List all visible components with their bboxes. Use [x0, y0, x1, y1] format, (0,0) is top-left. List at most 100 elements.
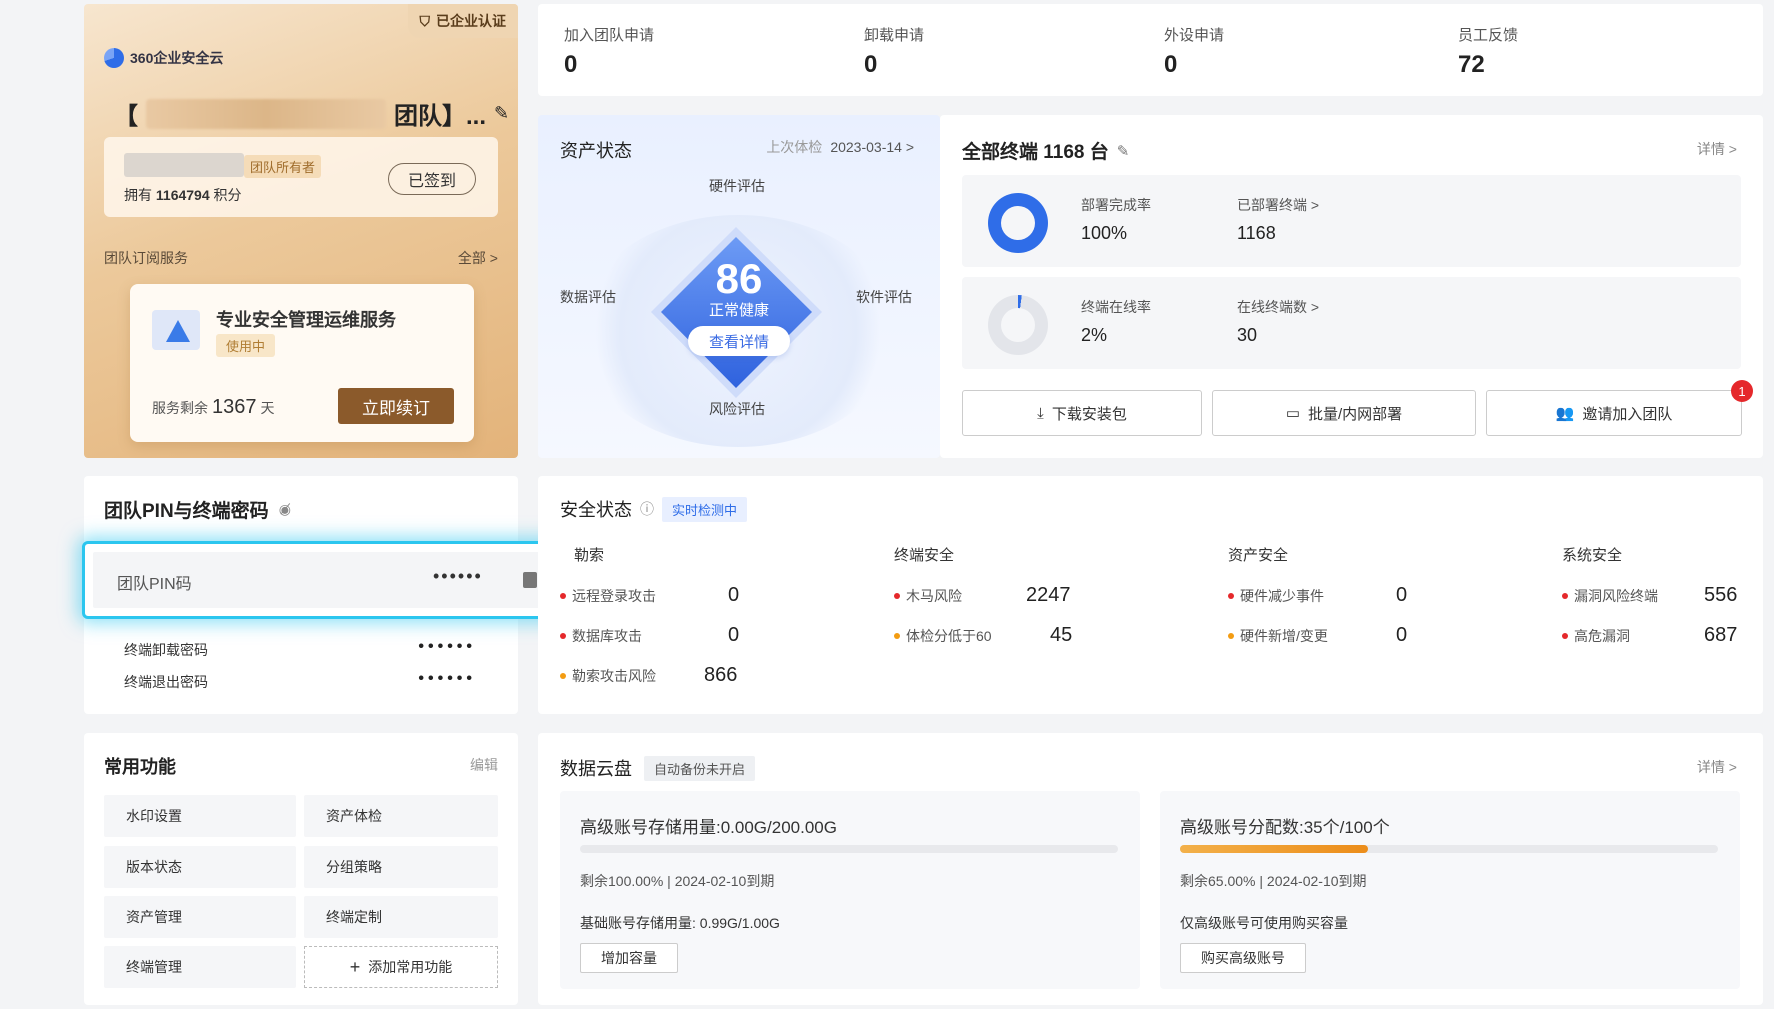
sec-value: 0 — [728, 624, 740, 646]
subscription-header: 团队订阅服务 全部 > — [104, 248, 498, 268]
sec-item[interactable]: 木马风险 — [894, 586, 962, 606]
last-check-link[interactable]: 上次体检 2023-03-14 > — [766, 137, 914, 157]
service-card: 专业安全管理运维服务 使用中 服务剩余 1367 天 立即续订 — [130, 284, 474, 442]
team-card: ⛉ 已企业认证 360企业安全云 【 团队】... ✎ 团队所有者 拥有 116… — [84, 4, 518, 458]
func-terminal-custom[interactable]: 终端定制 — [304, 896, 498, 938]
deploy-rate-ring — [988, 193, 1048, 253]
sec-item[interactable]: 高危漏洞 — [1562, 626, 1630, 646]
func-terminal-management[interactable]: 终端管理 — [104, 946, 296, 988]
team-name: 【 团队】... ✎ — [114, 96, 509, 131]
team-pin-highlight: 团队PIN码 •••••• — [82, 541, 568, 619]
realtime-tag: 实时检测中 — [662, 496, 748, 522]
plus-icon: + — [349, 956, 361, 977]
signed-in-button[interactable]: 已签到 — [388, 163, 476, 195]
buy-premium-button[interactable]: 购买高级账号 — [1180, 943, 1306, 973]
func-asset-check[interactable]: 资产体检 — [304, 795, 498, 837]
dashboard: ⛉ 已企业认证 360企业安全云 【 团队】... ✎ 团队所有者 拥有 116… — [0, 0, 1774, 1009]
edit-icon[interactable]: ✎ — [494, 103, 509, 124]
common-functions-card: 常用功能 编辑 水印设置 资产体检 版本状态 分组策略 资产管理 终端定制 终端… — [84, 733, 518, 1005]
stat-uninstall-requests[interactable]: 卸载申请 0 — [864, 24, 924, 79]
view-details-button[interactable]: 查看详情 — [688, 326, 790, 356]
asset-status-card: 资产状态 上次体检 2023-03-14 > 86 正常健康 查看详情 硬件评估 … — [538, 115, 940, 458]
sec-value: 556 — [1704, 584, 1738, 606]
service-remaining: 服务剩余 1367 天 — [152, 396, 275, 418]
security-title: 安全状态 ⓘ 实时检测中 — [560, 496, 748, 522]
owner-panel: 团队所有者 拥有 1164794 积分 已签到 — [104, 137, 498, 217]
copy-icon[interactable] — [523, 572, 537, 588]
enterprise-verified-badge: ⛉ 已企业认证 — [407, 4, 518, 38]
redacted-owner-name — [124, 153, 244, 177]
window-icon: ▭ — [1285, 405, 1300, 422]
owner-tag: 团队所有者 — [244, 155, 322, 178]
sec-item[interactable]: 硬件新增/变更 — [1228, 626, 1328, 646]
sec-value: 2247 — [1026, 584, 1071, 606]
redacted-team-name — [146, 98, 386, 129]
exit-password-value: •••••• — [418, 670, 476, 687]
premium-accounts-box: 高级账号分配数:35个/100个 剩余65.00% | 2024-02-10到期… — [1160, 791, 1740, 989]
premium-only-note: 仅高级账号可使用购买容量 — [1180, 915, 1348, 931]
func-watermark[interactable]: 水印设置 — [104, 795, 296, 837]
col-system-security: 系统安全 — [1562, 547, 1623, 564]
axis-hardware: 硬件评估 — [709, 178, 765, 194]
func-asset-management[interactable]: 资产管理 — [104, 896, 296, 938]
service-status-badge: 使用中 — [216, 334, 276, 357]
batch-deploy-button[interactable]: ▭ 批量/内网部署 — [1212, 390, 1476, 436]
sec-item[interactable]: 体检分低于60 — [894, 626, 992, 646]
exit-password-label: 终端退出密码 — [124, 674, 208, 690]
subscription-all-link[interactable]: 全部 > — [458, 248, 498, 268]
pin-card: 团队PIN与终端密码 ◉̸ 团队PIN码 •••••• 终端卸载密码 •••••… — [82, 476, 568, 714]
points-text: 拥有 1164794 积分 — [124, 187, 242, 203]
sec-value: 687 — [1704, 624, 1738, 646]
functions-edit-link[interactable]: 编辑 — [470, 755, 498, 775]
request-stats: 加入团队申请 0 卸载申请 0 外设申请 0 员工反馈 72 — [538, 4, 1763, 96]
premium-storage-box: 高级账号存储用量:0.00G/200.00G 剩余100.00% | 2024-… — [560, 791, 1140, 989]
func-version-status[interactable]: 版本状态 — [104, 846, 296, 888]
add-function-button[interactable]: + 添加常用功能 — [304, 946, 498, 988]
sec-item[interactable]: 硬件减少事件 — [1228, 586, 1324, 606]
premium-accounts-usage: 高级账号分配数:35个/100个 — [1180, 818, 1390, 837]
sec-value: 0 — [1396, 624, 1408, 646]
deployed-terminals-link[interactable]: 已部署终端 > — [1237, 195, 1319, 215]
accounts-progress-bar — [1180, 845, 1718, 853]
info-icon[interactable]: ⓘ — [640, 499, 654, 519]
add-capacity-button[interactable]: 增加容量 — [580, 943, 678, 973]
functions-title: 常用功能 — [104, 757, 176, 777]
terminals-detail-link[interactable]: 详情 > — [1697, 139, 1737, 159]
renew-button[interactable]: 立即续订 — [338, 388, 454, 424]
sec-item[interactable]: 勒索攻击风险 — [560, 666, 656, 686]
premium-storage-usage: 高级账号存储用量:0.00G/200.00G — [580, 818, 837, 837]
stat-join-requests[interactable]: 加入团队申请 0 — [564, 24, 654, 79]
product-logo: 360企业安全云 — [104, 48, 223, 68]
axis-software: 软件评估 — [856, 289, 912, 305]
storage-remaining: 剩余100.00% | 2024-02-10到期 — [580, 873, 775, 889]
terminals-title: 全部终端 1168 台 ✎ — [962, 142, 1130, 163]
stat-employee-feedback[interactable]: 员工反馈 72 — [1458, 24, 1518, 79]
stat-peripheral-requests[interactable]: 外设申请 0 — [1164, 24, 1224, 79]
cloud-disk-card: 数据云盘 自动备份未开启 详情 > 高级账号存储用量:0.00G/200.00G… — [538, 733, 1763, 1005]
security-status-card: 安全状态 ⓘ 实时检测中 勒索 远程登录攻击 0 数据库攻击 0 勒索攻击风险 … — [538, 476, 1763, 714]
cloud-title: 数据云盘 自动备份未开启 — [560, 755, 756, 781]
func-group-policy[interactable]: 分组策略 — [304, 846, 498, 888]
sec-item[interactable]: 漏洞风险终端 — [1562, 586, 1658, 606]
invite-team-button[interactable]: 👥 邀请加入团队 — [1486, 390, 1742, 436]
online-row: 终端在线率 2% 在线终端数 > 30 — [962, 277, 1741, 369]
service-icon — [152, 310, 200, 350]
uninstall-password-label: 终端卸载密码 — [124, 642, 208, 658]
logo-icon — [104, 48, 124, 68]
edit-icon[interactable]: ✎ — [1117, 142, 1130, 160]
sec-item[interactable]: 远程登录攻击 — [560, 586, 656, 606]
pin-title: 团队PIN与终端密码 ◉̸ — [104, 501, 291, 522]
download-installer-button[interactable]: ⤓ 下载安装包 — [962, 390, 1202, 436]
uninstall-password-value: •••••• — [418, 638, 476, 655]
col-ransomware: 勒索 — [574, 547, 605, 564]
online-terminals-value: 30 — [1237, 325, 1258, 345]
deployed-terminals-value: 1168 — [1237, 223, 1276, 243]
sec-item[interactable]: 数据库攻击 — [560, 626, 642, 646]
eye-hidden-icon[interactable]: ◉̸ — [279, 501, 291, 518]
user-add-icon: 👥 — [1555, 405, 1575, 422]
service-title: 专业安全管理运维服务 — [216, 310, 396, 330]
online-terminals-link[interactable]: 在线终端数 > — [1237, 297, 1319, 317]
col-terminal-security: 终端安全 — [894, 547, 955, 564]
cloud-detail-link[interactable]: 详情 > — [1697, 757, 1737, 777]
shield-icon: ⛉ — [419, 12, 431, 29]
